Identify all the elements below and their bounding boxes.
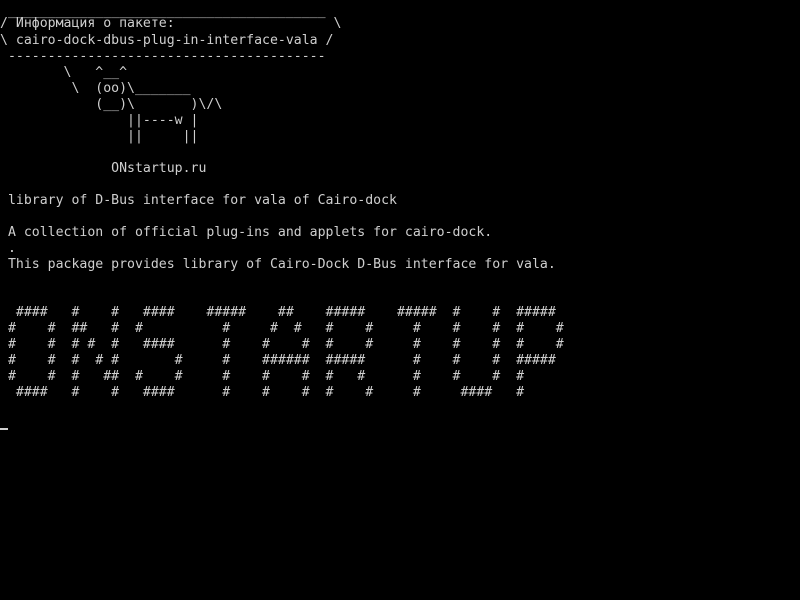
site-name: ONstartup.ru <box>0 161 207 176</box>
cow-art-line: ||----w | <box>0 113 199 128</box>
banner-line: # # # ## # # # # # # # # # # # <box>0 369 525 384</box>
package-description: A collection of official plug-ins and ap… <box>0 225 493 240</box>
bubble-title-line: / Информация о пакете: \ <box>0 16 342 31</box>
banner-line: # # ## # # # # # # # # # # # # <box>0 321 564 336</box>
cow-art-line: || || <box>0 129 199 144</box>
bubble-package-line: \ cairo-dock-dbus-plug-in-interface-vala… <box>0 33 334 48</box>
bubble-bottom-border: ---------------------------------------- <box>0 49 326 64</box>
terminal-screen[interactable]: ________________________________________… <box>0 0 800 600</box>
package-description: This package provides library of Cairo-D… <box>0 257 556 272</box>
banner-line: # # # # # #### # # # # # # # # # # <box>0 337 564 352</box>
package-summary: library of D-Bus interface for vala of C… <box>0 193 397 208</box>
cow-art-line: \ ^__^ <box>0 65 128 80</box>
description-separator: . <box>0 241 16 256</box>
banner-line: # # # # # # # ###### ##### # # # ##### <box>0 353 556 368</box>
banner-line: #### # # #### ##### ## ##### ##### # # #… <box>0 305 556 320</box>
cow-art-line: \ (oo)\_______ <box>0 81 191 96</box>
text-cursor <box>0 428 8 430</box>
banner-line: #### # # #### # # # # # # #### # <box>0 385 525 400</box>
cow-art-line: (__)\ )\/\ <box>0 97 223 112</box>
